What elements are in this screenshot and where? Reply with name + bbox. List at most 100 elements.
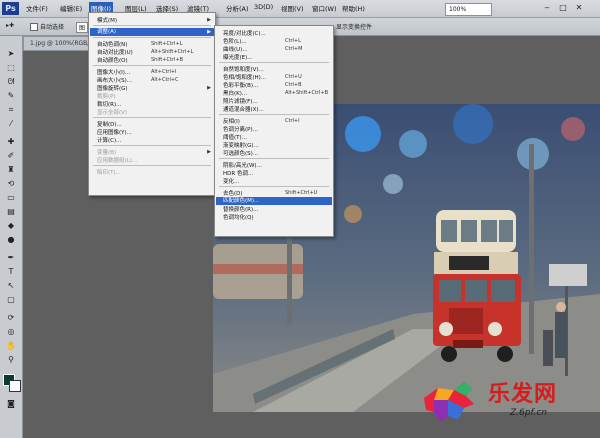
menu-6[interactable]: 分析(A) — [226, 3, 249, 13]
image-menu-item-16[interactable]: 应用图像(Y)... — [97, 128, 132, 136]
layer-select[interactable]: 图 — [76, 22, 89, 33]
menu-8[interactable]: 视图(V) — [281, 3, 304, 13]
adjust-menu-item-3[interactable]: 曝光度(E)... — [223, 53, 253, 61]
healing-brush-tool-icon[interactable]: ✚ — [4, 136, 18, 147]
adjust-menu-item-24[interactable]: 替换颜色(R)... — [223, 205, 258, 213]
adjust-menu-item-16[interactable]: 可选颜色(S)... — [223, 149, 258, 157]
lasso-tool-icon[interactable]: ᘛ — [4, 76, 18, 87]
3d-rotate-tool-icon[interactable]: ⟳ — [4, 312, 18, 323]
image-menu-item-20[interactable]: 应用数据组(L)... — [97, 156, 137, 164]
image-menu-item-13[interactable]: 显示全部(V) — [97, 108, 127, 116]
adjust-menu-shortcut: Shift+Ctrl+U — [285, 189, 318, 196]
menu-separator — [93, 37, 211, 38]
menu-7[interactable]: 3D(D) — [254, 3, 273, 11]
blur-tool-icon[interactable]: ◆ — [4, 220, 18, 231]
quick-select-tool-icon[interactable]: ✎ — [4, 90, 18, 101]
path-select-tool-icon[interactable]: ↖ — [4, 280, 18, 291]
adjust-menu-item-15[interactable]: 渐变映射(G)... — [223, 141, 259, 149]
adjust-menu-item-0[interactable]: 亮度/对比度(C)... — [223, 29, 266, 37]
gradient-tool-icon[interactable]: ▤ — [4, 206, 18, 217]
3d-orbit-tool-icon[interactable]: ◎ — [4, 326, 18, 337]
image-menu-shortcut: Shift+Ctrl+L — [151, 40, 183, 47]
auto-select-checkbox[interactable] — [30, 23, 38, 31]
watermark-brand: 乐发网 — [488, 381, 558, 407]
image-menu-item-22[interactable]: 陷印(T)... — [97, 168, 121, 176]
zoom-tool-icon[interactable]: ⚲ — [4, 354, 18, 365]
adjust-menu-item-1[interactable]: 色阶(L)... — [223, 37, 247, 45]
image-menu-item-6[interactable]: 自动颜色(O) — [97, 56, 128, 64]
adjust-menu-item-5[interactable]: 自然饱和度(V)... — [223, 65, 264, 73]
image-menu-item-2[interactable]: 调整(A) — [90, 28, 214, 36]
minimize-icon[interactable]: ‒ — [540, 2, 554, 14]
image-menu-item-10[interactable]: 图像旋转(G) — [97, 84, 128, 92]
adjust-menu-item-10[interactable]: 通道混合器(X)... — [223, 105, 264, 113]
adjustments-submenu: 亮度/对比度(C)... 色阶(L)... Ctrl+L 曲线(U)... Ctrl+M… — [214, 25, 334, 237]
adjust-menu-item-20[interactable]: 变化... — [223, 177, 239, 185]
close-icon[interactable]: ✕ — [572, 2, 586, 14]
marquee-tool-icon[interactable]: ⬚ — [4, 62, 18, 73]
move-tool-icon[interactable]: ▸✚ — [6, 22, 14, 29]
image-menu-item-8[interactable]: 图像大小(I)... — [97, 68, 130, 76]
image-menu-item-15[interactable]: 复制(D)... — [97, 120, 122, 128]
adjust-menu-item-9[interactable]: 照片滤镜(F)... — [223, 97, 258, 105]
adjust-menu-shortcut: Ctrl+L — [285, 37, 301, 44]
image-menu-shortcut: Shift+Ctrl+B — [151, 56, 184, 63]
image-menu-item-0[interactable]: 模式(M) — [97, 16, 117, 24]
menu-separator — [219, 62, 329, 63]
zoom-level-field[interactable]: 100% — [445, 3, 492, 16]
adjust-menu-item-7[interactable]: 色彩平衡(B)... — [223, 81, 258, 89]
adjust-menu-item-6[interactable]: 色相/饱和度(H)... — [223, 73, 266, 81]
adjust-menu-item-13[interactable]: 色调分离(P)... — [223, 125, 258, 133]
submenu-arrow-icon: ▶ — [207, 85, 211, 91]
auto-select-label: 自动选择 — [40, 24, 65, 31]
type-tool-icon[interactable]: T — [4, 266, 18, 277]
image-menu-item-4[interactable]: 自动色调(N) — [97, 40, 127, 48]
adjust-menu-item-12[interactable]: 反相(I) — [223, 117, 240, 125]
history-brush-tool-icon[interactable]: ⟲ — [4, 178, 18, 189]
adjust-menu-shortcut: Ctrl+M — [285, 45, 303, 52]
menu-9[interactable]: 窗口(W) — [312, 3, 337, 13]
image-menu-item-19[interactable]: 变量(B) — [97, 148, 116, 156]
eyedropper-tool-icon[interactable]: ⁄ — [4, 118, 18, 129]
move-tool-icon[interactable]: ➤ — [4, 48, 18, 59]
stamp-tool-icon[interactable]: ♜ — [4, 164, 18, 175]
menu-0[interactable]: 文件(F) — [26, 3, 48, 13]
image-menu-item-12[interactable]: 裁切(R)... — [97, 100, 121, 108]
background-color-swatch[interactable] — [9, 380, 21, 392]
menu-10[interactable]: 帮助(H) — [342, 3, 365, 13]
image-menu-shortcut: Alt+Ctrl+C — [151, 76, 179, 83]
menu-1[interactable]: 编辑(E) — [60, 3, 82, 13]
adjust-menu-item-14[interactable]: 阈值(T)... — [223, 133, 247, 141]
shape-tool-icon[interactable]: ▢ — [4, 294, 18, 305]
hand-tool-icon[interactable]: ✋ — [4, 340, 18, 351]
adjust-menu-shortcut: Ctrl+B — [285, 81, 302, 88]
brush-tool-icon[interactable]: ✐ — [4, 150, 18, 161]
quick-mask-icon[interactable]: ◙ — [4, 398, 18, 409]
submenu-arrow-icon: ▶ — [207, 29, 211, 35]
image-menu-item-5[interactable]: 自动对比度(U) — [97, 48, 133, 56]
menu-separator — [93, 145, 211, 146]
watermark-url: Z.6pf.cn — [510, 408, 547, 418]
adjust-menu-item-19[interactable]: HDR 色调... — [223, 169, 253, 177]
dodge-tool-icon[interactable]: ● — [4, 234, 18, 245]
pen-tool-icon[interactable]: ✒ — [4, 252, 18, 263]
image-menu-item-11[interactable]: 裁剪(P) — [97, 92, 116, 100]
adjust-menu-item-22[interactable]: 去色(D) — [223, 189, 243, 197]
adjust-menu-item-23[interactable]: 匹配颜色(M)... — [216, 197, 332, 205]
menu-separator — [219, 114, 329, 115]
eraser-tool-icon[interactable]: ▭ — [4, 192, 18, 203]
image-menu-item-17[interactable]: 计算(C)... — [97, 136, 121, 144]
menu-separator — [219, 186, 329, 187]
submenu-arrow-icon: ▶ — [207, 149, 211, 155]
adjust-menu-item-8[interactable]: 黑白(K)... — [223, 89, 247, 97]
show-transform-label: 显示变换控件 — [336, 24, 373, 31]
adjust-menu-item-25[interactable]: 色调均化(Q) — [223, 213, 254, 221]
adjust-menu-item-2[interactable]: 曲线(U)... — [223, 45, 248, 53]
maximize-icon[interactable]: □ — [556, 2, 570, 14]
image-menu-item-9[interactable]: 画布大小(S)... — [97, 76, 132, 84]
adjust-menu-shortcut: Alt+Shift+Ctrl+B — [285, 89, 329, 96]
submenu-arrow-icon: ▶ — [207, 17, 211, 23]
menu-separator — [93, 165, 211, 166]
crop-tool-icon[interactable]: ⌗ — [4, 104, 18, 115]
adjust-menu-item-18[interactable]: 阴影/高光(W)... — [223, 161, 262, 169]
